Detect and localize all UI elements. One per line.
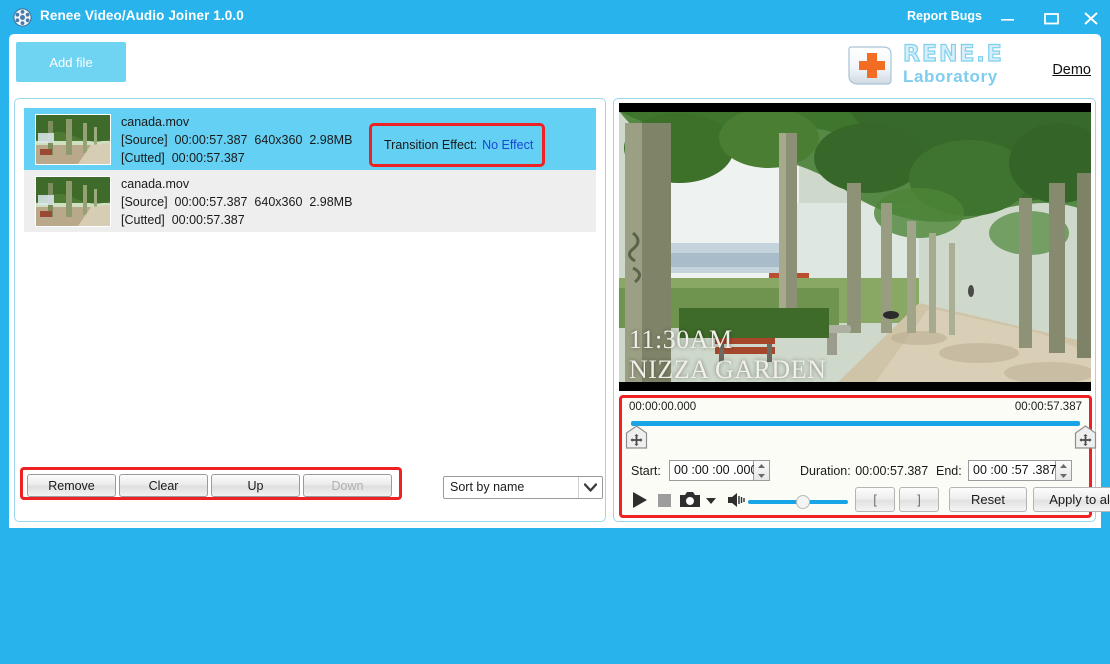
mark-out-button[interactable]: ] <box>899 487 939 512</box>
renee-key-logo-icon <box>841 43 897 89</box>
file-list-panel: canada.mov [Source] 00:00:57.387 640x360… <box>14 98 606 522</box>
output-section: Join video files directly without re-enc… <box>0 528 1110 664</box>
video-thumbnail <box>35 176 111 227</box>
sort-dropdown-value: Sort by name <box>450 480 524 494</box>
brand-line-1: RENE.E <box>903 43 1004 67</box>
timeline-start-time: 00:00:00.000 <box>629 401 696 413</box>
maximize-button[interactable] <box>1038 8 1064 28</box>
trim-left-handle-icon[interactable] <box>625 425 648 450</box>
down-button[interactable]: Down <box>303 474 392 497</box>
file-info: canada.mov [Source] 00:00:57.387 640x360… <box>121 114 352 167</box>
mark-in-button[interactable]: [ <box>855 487 895 512</box>
playback-controls: [ ] Reset Apply to all <box>631 490 1081 514</box>
toolbar: Add file RENE.E Laborato <box>9 34 1101 94</box>
apply-to-all-button[interactable]: Apply to all <box>1033 487 1110 512</box>
timeline-highlight: 00:00:00.000 00:00:57.387 <box>619 395 1092 518</box>
preview-caption-place: NIZZA GARDEN <box>629 355 826 385</box>
preview-caption-time: 11:30AM <box>629 325 733 355</box>
stepper-up-icon[interactable] <box>1056 461 1071 471</box>
stop-icon[interactable] <box>655 490 673 515</box>
start-time-stepper[interactable] <box>754 460 770 481</box>
duration-label: Duration: <box>800 464 851 478</box>
file-list[interactable]: canada.mov [Source] 00:00:57.387 640x360… <box>24 108 596 483</box>
main-body: canada.mov [Source] 00:00:57.387 640x360… <box>9 94 1101 528</box>
end-time-label: End: <box>936 460 962 482</box>
stepper-up-icon[interactable] <box>754 461 769 471</box>
video-thumbnail <box>35 114 111 165</box>
preview-panel: 11:30AM NIZZA GARDEN 00:00:00.000 00:00:… <box>613 98 1096 522</box>
transition-effect-row[interactable]: Transition Effect: No Effect <box>372 126 542 164</box>
title-bar: Renee Video/Audio Joiner 1.0.0 Report Bu… <box>0 0 1110 34</box>
remove-button[interactable]: Remove <box>27 474 116 497</box>
trim-right-handle-icon[interactable] <box>1074 425 1097 450</box>
file-info: canada.mov [Source] 00:00:57.387 640x360… <box>121 176 352 229</box>
start-time-input[interactable]: 00 :00 :00 .000 <box>669 460 754 481</box>
video-preview[interactable]: 11:30AM NIZZA GARDEN <box>619 103 1091 391</box>
list-item[interactable]: canada.mov [Source] 00:00:57.387 640x360… <box>24 108 596 170</box>
volume-slider[interactable] <box>748 500 848 504</box>
add-file-button[interactable]: Add file <box>16 42 126 82</box>
duration-value: 00:00:57.387 <box>855 464 928 478</box>
volume-slider-knob[interactable] <box>796 495 810 509</box>
list-actions-highlight: Remove Clear Up Down <box>20 467 402 500</box>
chevron-down-icon <box>578 477 602 498</box>
end-time-input[interactable]: 00 :00 :57 .387 <box>968 460 1056 481</box>
camera-icon[interactable] <box>679 490 701 515</box>
snapshot-menu-chevron-down-icon[interactable] <box>705 490 717 515</box>
duration-group: Duration: 00:00:57.387 <box>800 460 928 482</box>
film-reel-icon <box>13 8 32 27</box>
up-button[interactable]: Up <box>211 474 300 497</box>
timeline-track[interactable] <box>631 421 1080 426</box>
close-button[interactable] <box>1078 8 1104 28</box>
clear-button[interactable]: Clear <box>119 474 208 497</box>
brand-logo: RENE.E Laboratory Demo <box>841 37 1091 93</box>
file-source-info: [Source] 00:00:57.387 640x360 2.98MB <box>121 131 352 149</box>
list-item[interactable]: canada.mov [Source] 00:00:57.387 640x360… <box>24 170 596 232</box>
file-name: canada.mov <box>121 176 352 193</box>
file-name: canada.mov <box>121 114 352 131</box>
demo-link[interactable]: Demo <box>1052 62 1091 78</box>
file-source-info: [Source] 00:00:57.387 640x360 2.98MB <box>121 193 352 211</box>
report-bugs-link[interactable]: Report Bugs <box>907 9 982 23</box>
brand-text: RENE.E Laboratory <box>903 43 1004 87</box>
file-cutted-info: [Cutted] 00:00:57.387 <box>121 211 352 229</box>
transition-effect-label: Transition Effect: <box>384 138 477 152</box>
transition-effect-value[interactable]: No Effect <box>482 138 533 152</box>
application-window: Renee Video/Audio Joiner 1.0.0 Report Bu… <box>0 0 1110 664</box>
transition-effect-highlight: Transition Effect: No Effect <box>369 123 545 167</box>
file-cutted-info: [Cutted] 00:00:57.387 <box>121 149 352 167</box>
brand-line-2: Laboratory <box>903 67 1004 87</box>
stepper-down-icon[interactable] <box>754 471 769 481</box>
end-time-stepper[interactable] <box>1056 460 1072 481</box>
stepper-down-icon[interactable] <box>1056 471 1071 481</box>
start-time-label: Start: <box>631 460 661 482</box>
reset-button[interactable]: Reset <box>949 487 1027 512</box>
volume-icon[interactable] <box>726 490 746 515</box>
timeline-end-time: 00:00:57.387 <box>1015 401 1082 413</box>
play-icon[interactable] <box>631 490 649 515</box>
sort-dropdown[interactable]: Sort by name <box>443 476 603 499</box>
minimize-button[interactable] <box>994 8 1020 28</box>
window-title: Renee Video/Audio Joiner 1.0.0 <box>40 8 244 23</box>
